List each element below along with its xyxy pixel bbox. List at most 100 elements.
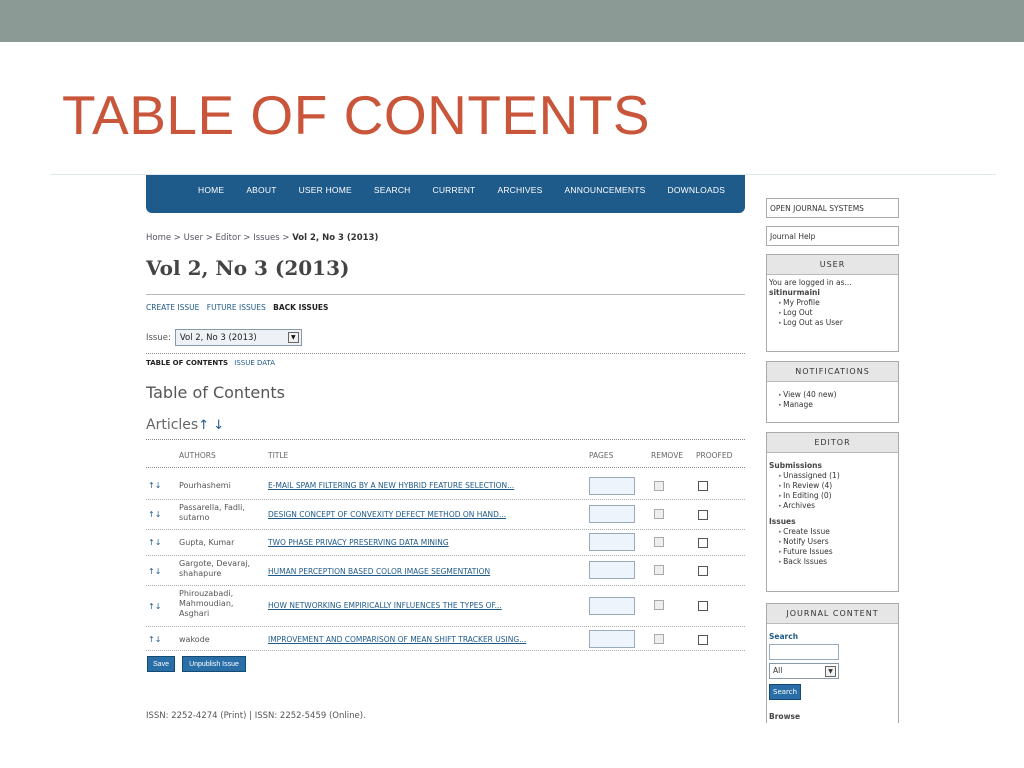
row-title-link[interactable]: TWO PHASE PRIVACY PRESERVING DATA MINING — [268, 538, 449, 547]
create-issue-link[interactable]: CREATE ISSUE — [146, 303, 199, 312]
table-row: ↑↓ Pourhashemi E-MAIL SPAM FILTERING BY … — [146, 468, 745, 500]
logged-in-text: You are logged in as... — [769, 278, 852, 287]
reorder-arrows-icon[interactable]: ↑↓ — [148, 538, 161, 547]
pages-input[interactable] — [589, 533, 635, 551]
manage-notifications-link[interactable]: Manage — [779, 400, 896, 410]
breadcrumb-sep: > — [171, 233, 184, 243]
remove-checkbox[interactable] — [654, 565, 664, 575]
pages-input[interactable] — [589, 505, 635, 523]
reorder-arrows-icon[interactable]: ↑↓ — [148, 510, 161, 519]
breadcrumb-user[interactable]: User — [184, 233, 203, 243]
row-title-link[interactable]: HOW NETWORKING EMPIRICALLY INFLUENCES TH… — [268, 601, 502, 610]
reorder-arrows-icon[interactable]: ↑↓ — [148, 635, 161, 644]
breadcrumb: Home > User > Editor > Issues > Vol 2, N… — [146, 233, 378, 243]
ojs-link[interactable]: OPEN JOURNAL SYSTEMS — [770, 204, 864, 213]
row-title-link[interactable]: DESIGN CONCEPT OF CONVEXITY DEFECT METHO… — [268, 510, 506, 519]
table-row: ↑↓ Passarella, Fadli, sutarno DESIGN CON… — [146, 500, 745, 530]
divider — [146, 439, 745, 440]
notify-users-link[interactable]: Notify Users — [779, 537, 896, 547]
log-out-as-user-link[interactable]: Log Out as User — [779, 318, 896, 328]
search-button[interactable]: Search — [769, 684, 802, 700]
issues-links: Create Issue Notify Users Future Issues … — [769, 527, 896, 567]
nav-search[interactable]: SEARCH — [374, 185, 411, 195]
issue-label: Issue: — [146, 332, 171, 343]
pages-input[interactable] — [589, 597, 635, 615]
table-row: ↑↓ wakode IMPROVEMENT AND COMPARISON OF … — [146, 627, 745, 651]
chevron-down-icon[interactable]: ▼ — [287, 332, 299, 343]
my-profile-link[interactable]: My Profile — [779, 298, 896, 308]
nav-about[interactable]: ABOUT — [246, 185, 276, 195]
proofed-checkbox[interactable] — [698, 601, 708, 611]
pages-input[interactable] — [589, 561, 635, 579]
future-issues-sidebar-link[interactable]: Future Issues — [779, 547, 896, 557]
row-title-link[interactable]: E-MAIL SPAM FILTERING BY A NEW HYBRID FE… — [268, 481, 514, 490]
section-heading: Articles↑ ↓ — [146, 417, 224, 433]
reorder-arrows-icon[interactable]: ↑↓ — [148, 602, 161, 611]
notifications-links: View (40 new) Manage — [769, 390, 896, 410]
footer-issn: ISSN: 2252-4274 (Print) | ISSN: 2252-545… — [146, 711, 366, 721]
nav-announcements[interactable]: ANNOUNCEMENTS — [565, 185, 646, 195]
back-issues-sidebar-link[interactable]: Back Issues — [779, 557, 896, 567]
proofed-checkbox[interactable] — [698, 566, 708, 576]
search-input[interactable] — [769, 644, 839, 660]
proofed-checkbox[interactable] — [698, 481, 708, 491]
pages-input[interactable] — [589, 630, 635, 648]
future-issues-link[interactable]: FUTURE ISSUES — [207, 303, 266, 312]
breadcrumb-editor[interactable]: Editor — [216, 233, 241, 243]
log-out-link[interactable]: Log Out — [779, 308, 896, 318]
row-authors: Passarella, Fadli, sutarno — [179, 503, 245, 522]
remove-checkbox[interactable] — [654, 509, 664, 519]
nav-current[interactable]: CURRENT — [433, 185, 476, 195]
unassigned-link[interactable]: Unassigned (1) — [779, 471, 896, 481]
slide-top-band — [0, 0, 1024, 42]
remove-checkbox[interactable] — [654, 481, 664, 491]
user-box-heading: USER — [767, 255, 898, 275]
row-authors: Phirouzabadi, Mahmoudian, Asghari — [179, 589, 234, 618]
row-title-link[interactable]: HUMAN PERCEPTION BASED COLOR IMAGE SEGME… — [268, 567, 490, 576]
proofed-checkbox[interactable] — [698, 510, 708, 520]
journal-help-link[interactable]: Journal Help — [770, 232, 815, 241]
nav-downloads[interactable]: DOWNLOADS — [668, 185, 726, 195]
nav-user-home[interactable]: USER HOME — [299, 185, 352, 195]
search-scope-select[interactable]: All ▼ — [769, 663, 839, 679]
ojs-box: OPEN JOURNAL SYSTEMS — [766, 198, 899, 218]
col-header-pages: PAGES — [589, 451, 614, 460]
tab-table-of-contents[interactable]: TABLE OF CONTENTS — [146, 359, 228, 367]
username: sitinurmaini — [769, 288, 820, 297]
proofed-checkbox[interactable] — [698, 538, 708, 548]
nav-home[interactable]: HOME — [198, 185, 224, 195]
breadcrumb-issues[interactable]: Issues — [253, 233, 279, 243]
col-header-authors: AUTHORS — [179, 451, 216, 460]
chevron-down-icon[interactable]: ▼ — [825, 666, 836, 677]
back-issues-link[interactable]: BACK ISSUES — [273, 303, 328, 312]
create-issue-sidebar-link[interactable]: Create Issue — [779, 527, 896, 537]
view-notifications-link[interactable]: View (40 new) — [779, 390, 896, 400]
title-rule — [146, 294, 745, 295]
submissions-label: Submissions — [769, 461, 822, 470]
table-row: ↑↓ Phirouzabadi, Mahmoudian, Asghari HOW… — [146, 586, 745, 627]
toc-tabs: TABLE OF CONTENTS ISSUE DATA — [146, 359, 275, 367]
sort-arrows-icon[interactable]: ↑ ↓ — [198, 418, 224, 433]
archives-link[interactable]: Archives — [779, 501, 896, 511]
pages-input[interactable] — [589, 477, 635, 495]
search-scope-value: All — [773, 666, 783, 675]
in-editing-link[interactable]: In Editing (0) — [779, 491, 896, 501]
save-button[interactable]: Save — [147, 656, 175, 672]
remove-checkbox[interactable] — [654, 634, 664, 644]
reorder-arrows-icon[interactable]: ↑↓ — [148, 567, 161, 576]
row-authors: Pourhashemi — [179, 481, 231, 490]
table-row: ↑↓ Gargote, Devaraj, shahapure HUMAN PER… — [146, 556, 745, 586]
row-title-link[interactable]: IMPROVEMENT AND COMPARISON OF MEAN SHIFT… — [268, 635, 526, 644]
remove-checkbox[interactable] — [654, 600, 664, 610]
unpublish-issue-button[interactable]: Unpublish Issue — [182, 656, 246, 672]
issue-select[interactable]: Vol 2, No 3 (2013) ▼ — [174, 329, 302, 346]
proofed-checkbox[interactable] — [698, 635, 708, 645]
in-review-link[interactable]: In Review (4) — [779, 481, 896, 491]
slide-title: TABLE OF CONTENTS — [62, 84, 651, 146]
tab-issue-data[interactable]: ISSUE DATA — [234, 359, 275, 367]
nav-archives[interactable]: ARCHIVES — [497, 185, 542, 195]
breadcrumb-home[interactable]: Home — [146, 233, 171, 243]
reorder-arrows-icon[interactable]: ↑↓ — [148, 481, 161, 490]
remove-checkbox[interactable] — [654, 537, 664, 547]
page-title: Vol 2, No 3 (2013) — [146, 256, 350, 280]
